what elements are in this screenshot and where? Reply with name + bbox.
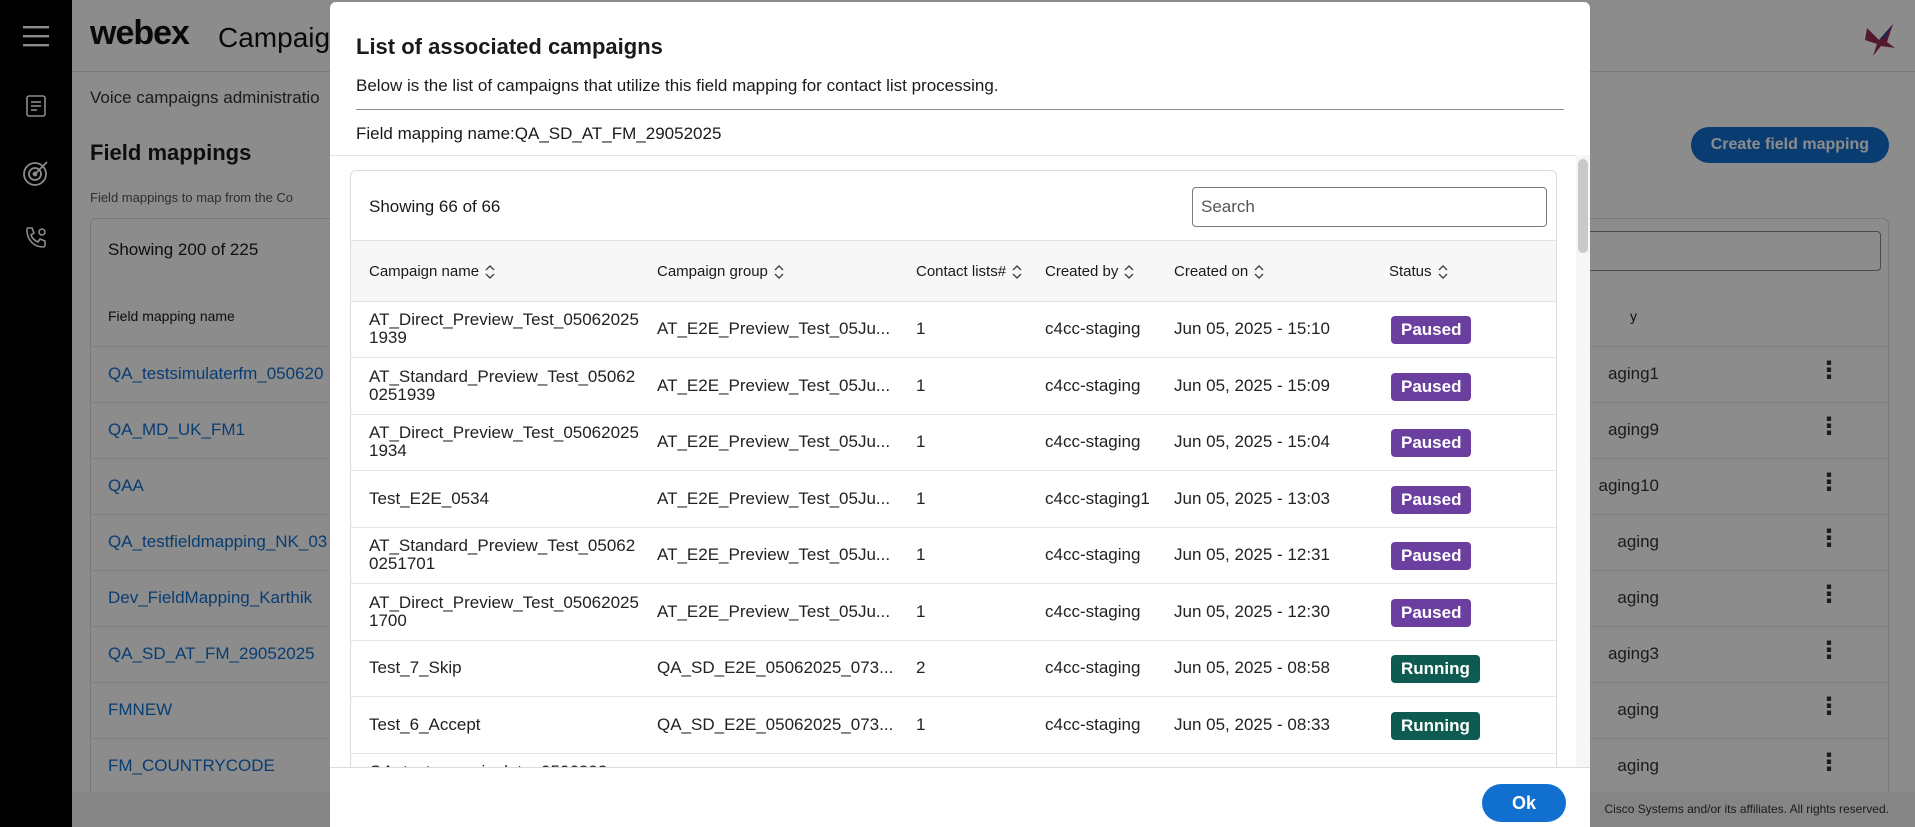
- created-by-cell: c4cc-staging: [1045, 319, 1141, 338]
- table-row[interactable]: AT_Standard_Preview_Test_050620251939 AT_…: [351, 359, 1556, 415]
- divider: [330, 155, 1590, 156]
- status-badge: Paused: [1391, 429, 1472, 457]
- associated-campaigns-modal: List of associated campaigns Below is th…: [330, 2, 1590, 827]
- contact-lists-cell: 1: [916, 375, 926, 395]
- campaigns-table-card: Showing 66 of 66 Campaign name Campaign …: [350, 170, 1557, 790]
- created-by-cell: c4cc-staging: [1045, 601, 1141, 621]
- campaign-group-cell: QA_SD_E2E_05062025_073...: [657, 658, 894, 677]
- column-header-label: Campaign group: [657, 263, 768, 280]
- column-header-label: Contact lists#: [916, 263, 1007, 280]
- created-on-cell: Jun 05, 2025 - 15:09: [1174, 375, 1330, 395]
- status-badge: Running: [1391, 655, 1480, 683]
- campaign-group-cell: QA_SD_E2E_05062025_073...: [657, 714, 894, 734]
- created-on-cell: Jun 05, 2025 - 13:03: [1174, 488, 1330, 508]
- ok-button[interactable]: Ok: [1482, 784, 1566, 822]
- campaign-name-cell: Test_E2E_0534: [369, 488, 490, 508]
- table-row[interactable]: AT_Standard_Preview_Test_050620251701 AT_…: [351, 528, 1556, 584]
- table-row[interactable]: AT_Direct_Preview_Test_050620251700 AT_E2…: [351, 585, 1556, 641]
- campaign-name-cell: AT_Standard_Preview_Test_050620251939: [369, 366, 636, 404]
- search-input[interactable]: [1192, 187, 1547, 227]
- column-header-created-on[interactable]: Created on: [1174, 263, 1264, 280]
- column-header-campaign-group[interactable]: Campaign group: [657, 263, 784, 280]
- column-header-campaign-name[interactable]: Campaign name: [369, 263, 495, 280]
- sort-icon: [1438, 264, 1448, 279]
- field-mapping-name: Field mapping name:QA_SD_AT_FM_29052025: [356, 124, 722, 143]
- contact-lists-cell: 1: [916, 488, 926, 508]
- column-header-status[interactable]: Status: [1389, 263, 1448, 280]
- created-by-cell: c4cc-staging: [1045, 375, 1141, 395]
- created-by-cell: c4cc-staging1: [1045, 488, 1150, 508]
- contact-lists-cell: 1: [916, 601, 926, 621]
- campaign-group-cell: AT_E2E_Preview_Test_05Ju...: [657, 432, 891, 451]
- created-on-cell: Jun 05, 2025 - 15:10: [1174, 319, 1330, 338]
- campaign-name-cell: AT_Direct_Preview_Test_050620251700: [369, 592, 639, 630]
- contact-lists-cell: 1: [916, 714, 926, 734]
- contact-lists-cell: 1: [916, 319, 926, 338]
- status-badge: Paused: [1391, 485, 1472, 514]
- status-badge: Paused: [1391, 316, 1472, 344]
- campaign-group-cell: AT_E2E_Preview_Test_05Ju...: [657, 601, 891, 621]
- sort-icon: [485, 264, 495, 279]
- campaign-group-cell: AT_E2E_Preview_Test_05Ju...: [657, 319, 891, 338]
- status-badge: Paused: [1391, 542, 1472, 570]
- created-on-cell: Jun 05, 2025 - 12:30: [1174, 601, 1330, 621]
- sort-icon: [1124, 264, 1134, 279]
- contact-lists-cell: 1: [916, 545, 926, 564]
- campaign-name-cell: Test_6_Accept: [369, 714, 481, 734]
- campaign-name-cell: Test_7_Skip: [369, 658, 462, 677]
- created-by-cell: c4cc-staging: [1045, 432, 1141, 451]
- modal-description: Below is the list of campaigns that util…: [356, 76, 999, 95]
- table-row[interactable]: AT_Direct_Preview_Test_050620251934 AT_E2…: [351, 415, 1556, 471]
- table-header: Campaign name Campaign group Contact lis…: [351, 240, 1556, 302]
- modal-title: List of associated campaigns: [356, 34, 663, 59]
- modal-footer: Ok: [330, 767, 1590, 827]
- sort-icon: [1254, 264, 1264, 279]
- status-badge: Running: [1391, 711, 1480, 740]
- column-header-label: Created on: [1174, 263, 1249, 280]
- campaign-group-cell: AT_E2E_Preview_Test_05Ju...: [657, 488, 891, 508]
- showing-count: Showing 66 of 66: [369, 197, 501, 216]
- campaign-name-cell: AT_Direct_Preview_Test_050620251934: [369, 423, 639, 460]
- status-badge: Paused: [1391, 598, 1472, 627]
- created-by-cell: c4cc-staging: [1045, 714, 1141, 734]
- contact-lists-cell: 2: [916, 658, 926, 677]
- scrollbar-thumb[interactable]: [1578, 159, 1588, 253]
- created-on-cell: Jun 05, 2025 - 15:04: [1174, 432, 1330, 451]
- column-header-label: Status: [1389, 263, 1432, 280]
- created-on-cell: Jun 05, 2025 - 08:33: [1174, 714, 1330, 734]
- column-header-created-by[interactable]: Created by: [1045, 263, 1134, 280]
- status-badge: Paused: [1391, 372, 1472, 401]
- sort-icon: [1012, 264, 1022, 279]
- table-row[interactable]: Test_7_Skip QA_SD_E2E_05062025_073... 2 c4c…: [351, 641, 1556, 697]
- table-row[interactable]: Test_6_Accept QA_SD_E2E_05062025_073... 1 c…: [351, 698, 1556, 754]
- table-row[interactable]: Test_E2E_0534 AT_E2E_Preview_Test_05Ju...…: [351, 472, 1556, 528]
- column-header-label: Created by: [1045, 263, 1119, 280]
- table-row[interactable]: AT_Direct_Preview_Test_050620251939 AT_E2…: [351, 302, 1556, 358]
- contact-lists-cell: 1: [916, 432, 926, 451]
- created-by-cell: c4cc-staging: [1045, 545, 1141, 564]
- divider: [356, 109, 1564, 110]
- campaign-name-cell: AT_Standard_Preview_Test_050620251701: [369, 536, 636, 573]
- campaign-name-cell: AT_Direct_Preview_Test_050620251939: [369, 310, 639, 347]
- column-header-label: Campaign name: [369, 263, 480, 280]
- created-on-cell: Jun 05, 2025 - 12:31: [1174, 545, 1330, 564]
- sort-icon: [774, 264, 784, 279]
- campaign-group-cell: AT_E2E_Preview_Test_05Ju...: [657, 545, 891, 564]
- column-header-contact-lists[interactable]: Contact lists#: [916, 263, 1022, 280]
- created-on-cell: Jun 05, 2025 - 08:58: [1174, 658, 1330, 677]
- created-by-cell: c4cc-staging: [1045, 658, 1141, 677]
- campaign-group-cell: AT_E2E_Preview_Test_05Ju...: [657, 375, 891, 395]
